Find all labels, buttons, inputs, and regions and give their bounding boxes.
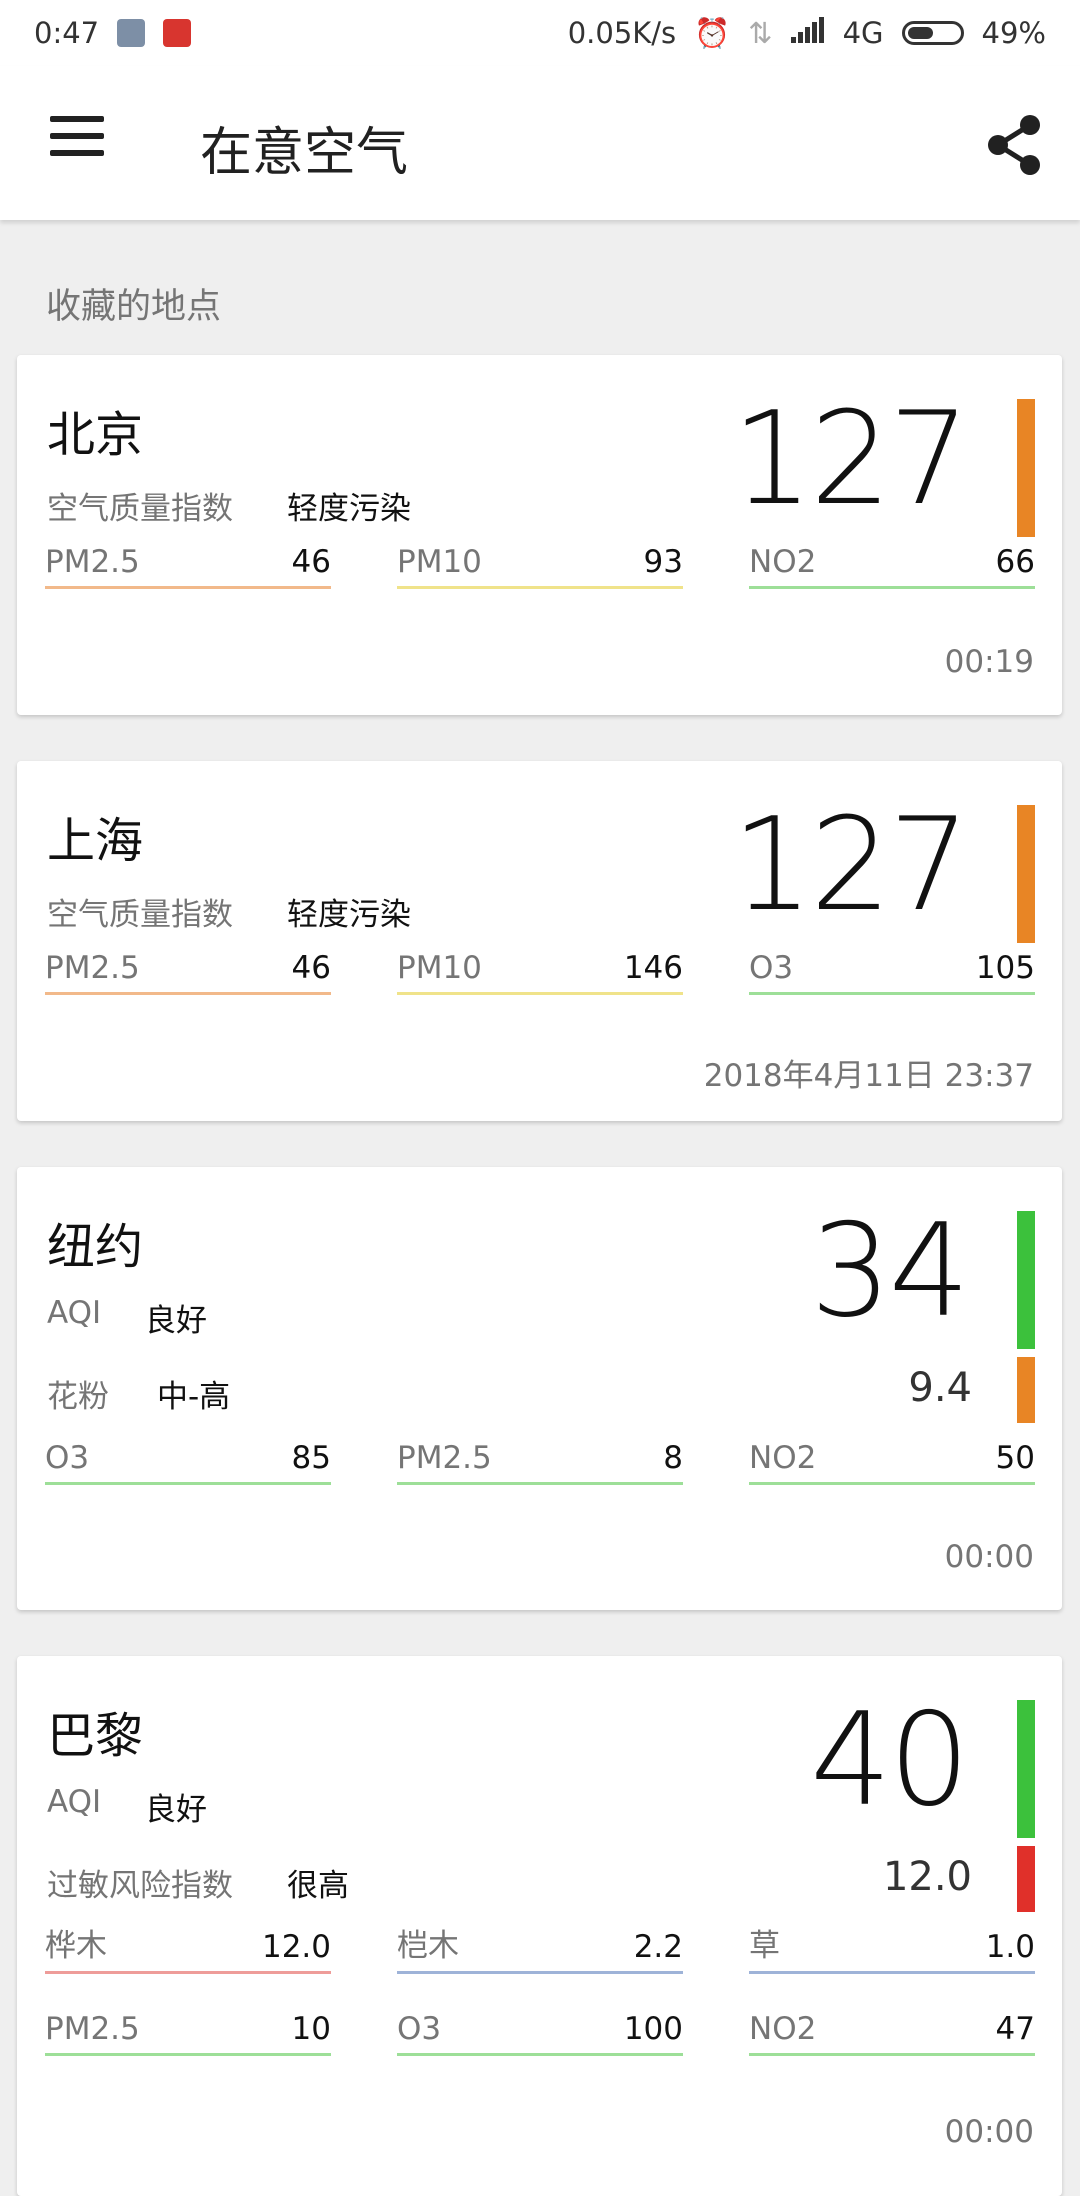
aqi-color-bar: [1017, 399, 1035, 537]
location-card-beijing[interactable]: 北京 空气质量指数 轻度污染 127 PM2.5 46 PM10 93 NO2 66 …: [17, 355, 1062, 715]
aqi-value: 34: [810, 1197, 970, 1346]
aqi-value: 40: [810, 1686, 970, 1835]
metric-o3: O3 85: [45, 1437, 331, 1485]
message-icon: [163, 19, 192, 47]
battery-percent: 49%: [981, 16, 1046, 50]
share-icon[interactable]: [986, 114, 1042, 176]
aqi-level: 良好: [145, 1792, 207, 1828]
aqi-value: 127: [731, 791, 970, 940]
update-time: 00:19: [944, 644, 1034, 680]
app-bar: 在意空气: [0, 66, 1080, 220]
pollen-label: 花粉: [47, 1379, 109, 1415]
metric-no2: NO2 47: [749, 2008, 1035, 2056]
section-title: 收藏的地点: [46, 287, 222, 327]
update-time: 00:00: [944, 2114, 1034, 2150]
pollen-value: 9.4: [908, 1365, 972, 1411]
metric-o3: O3 100: [397, 2008, 683, 2056]
telegram-icon: [117, 19, 146, 47]
metric-pm10: PM10 146: [397, 947, 683, 995]
network-type: 4G: [842, 16, 884, 50]
metric-pm25: PM2.5 8: [397, 1437, 683, 1485]
location-card-paris[interactable]: 巴黎 AQI 良好 过敏风险指数 很高 40 12.0 桦木 12.0 桤木 2.2…: [17, 1656, 1062, 2196]
pollen-color-bar: [1017, 1357, 1035, 1423]
allergy-value: 12.0: [882, 1854, 972, 1900]
menu-icon[interactable]: [50, 116, 104, 160]
metric-no2: NO2 50: [749, 1437, 1035, 1485]
aqi-level: 轻度污染: [287, 491, 411, 527]
alarm-icon: ⏰: [694, 15, 731, 50]
allergy-color-bar: [1017, 1846, 1035, 1912]
metric-pm10: PM10 93: [397, 541, 683, 589]
update-time: 2018年4月11日 23:37: [703, 1058, 1034, 1094]
aqi-value: 127: [731, 385, 970, 534]
data-transfer-icon: ⇅: [748, 16, 773, 50]
status-left: 0:47: [34, 16, 192, 50]
network-speed: 0.05K/s: [567, 16, 677, 50]
metric-grass: 草 1.0: [749, 1926, 1035, 1974]
aqi-label: 空气质量指数: [47, 897, 233, 933]
update-time: 00:00: [944, 1539, 1034, 1575]
city-name: 纽约: [47, 1219, 144, 1275]
metric-pm25: PM2.5 46: [45, 541, 331, 589]
battery-icon: [901, 21, 964, 45]
aqi-label: AQI: [47, 1784, 102, 1820]
pollen-level: 中-高: [157, 1379, 231, 1415]
aqi-level: 良好: [145, 1303, 207, 1339]
metric-o3: O3 105: [749, 947, 1035, 995]
status-right: 0.05K/s ⏰ ⇅ 4G 49%: [568, 16, 1046, 51]
aqi-color-bar: [1017, 1211, 1035, 1349]
status-time: 0:47: [34, 16, 100, 50]
allergy-label: 过敏风险指数: [47, 1868, 233, 1904]
aqi-color-bar: [1017, 1700, 1035, 1838]
location-card-shanghai[interactable]: 上海 空气质量指数 轻度污染 127 PM2.5 46 PM10 146 O3 105…: [17, 761, 1062, 1121]
metric-birch: 桦木 12.0: [45, 1926, 331, 1974]
aqi-color-bar: [1017, 805, 1035, 943]
aqi-label: AQI: [47, 1295, 102, 1331]
aqi-label: 空气质量指数: [47, 491, 233, 527]
app-title: 在意空气: [200, 123, 409, 183]
status-bar: 0:47 0.05K/s ⏰ ⇅ 4G 49%: [0, 0, 1080, 66]
city-name: 巴黎: [47, 1708, 144, 1764]
city-name: 上海: [47, 813, 144, 869]
location-card-newyork[interactable]: 纽约 AQI 良好 花粉 中-高 34 9.4 O3 85 PM2.5 8 NO2 5…: [17, 1167, 1062, 1610]
aqi-level: 轻度污染: [287, 897, 411, 933]
metric-no2: NO2 66: [749, 541, 1035, 589]
metric-pm25: PM2.5 46: [45, 947, 331, 995]
allergy-level: 很高: [287, 1868, 349, 1904]
metric-pm25: PM2.5 10: [45, 2008, 331, 2056]
city-name: 北京: [47, 407, 144, 463]
metric-alder: 桤木 2.2: [397, 1926, 683, 1974]
signal-icon: [790, 16, 825, 50]
